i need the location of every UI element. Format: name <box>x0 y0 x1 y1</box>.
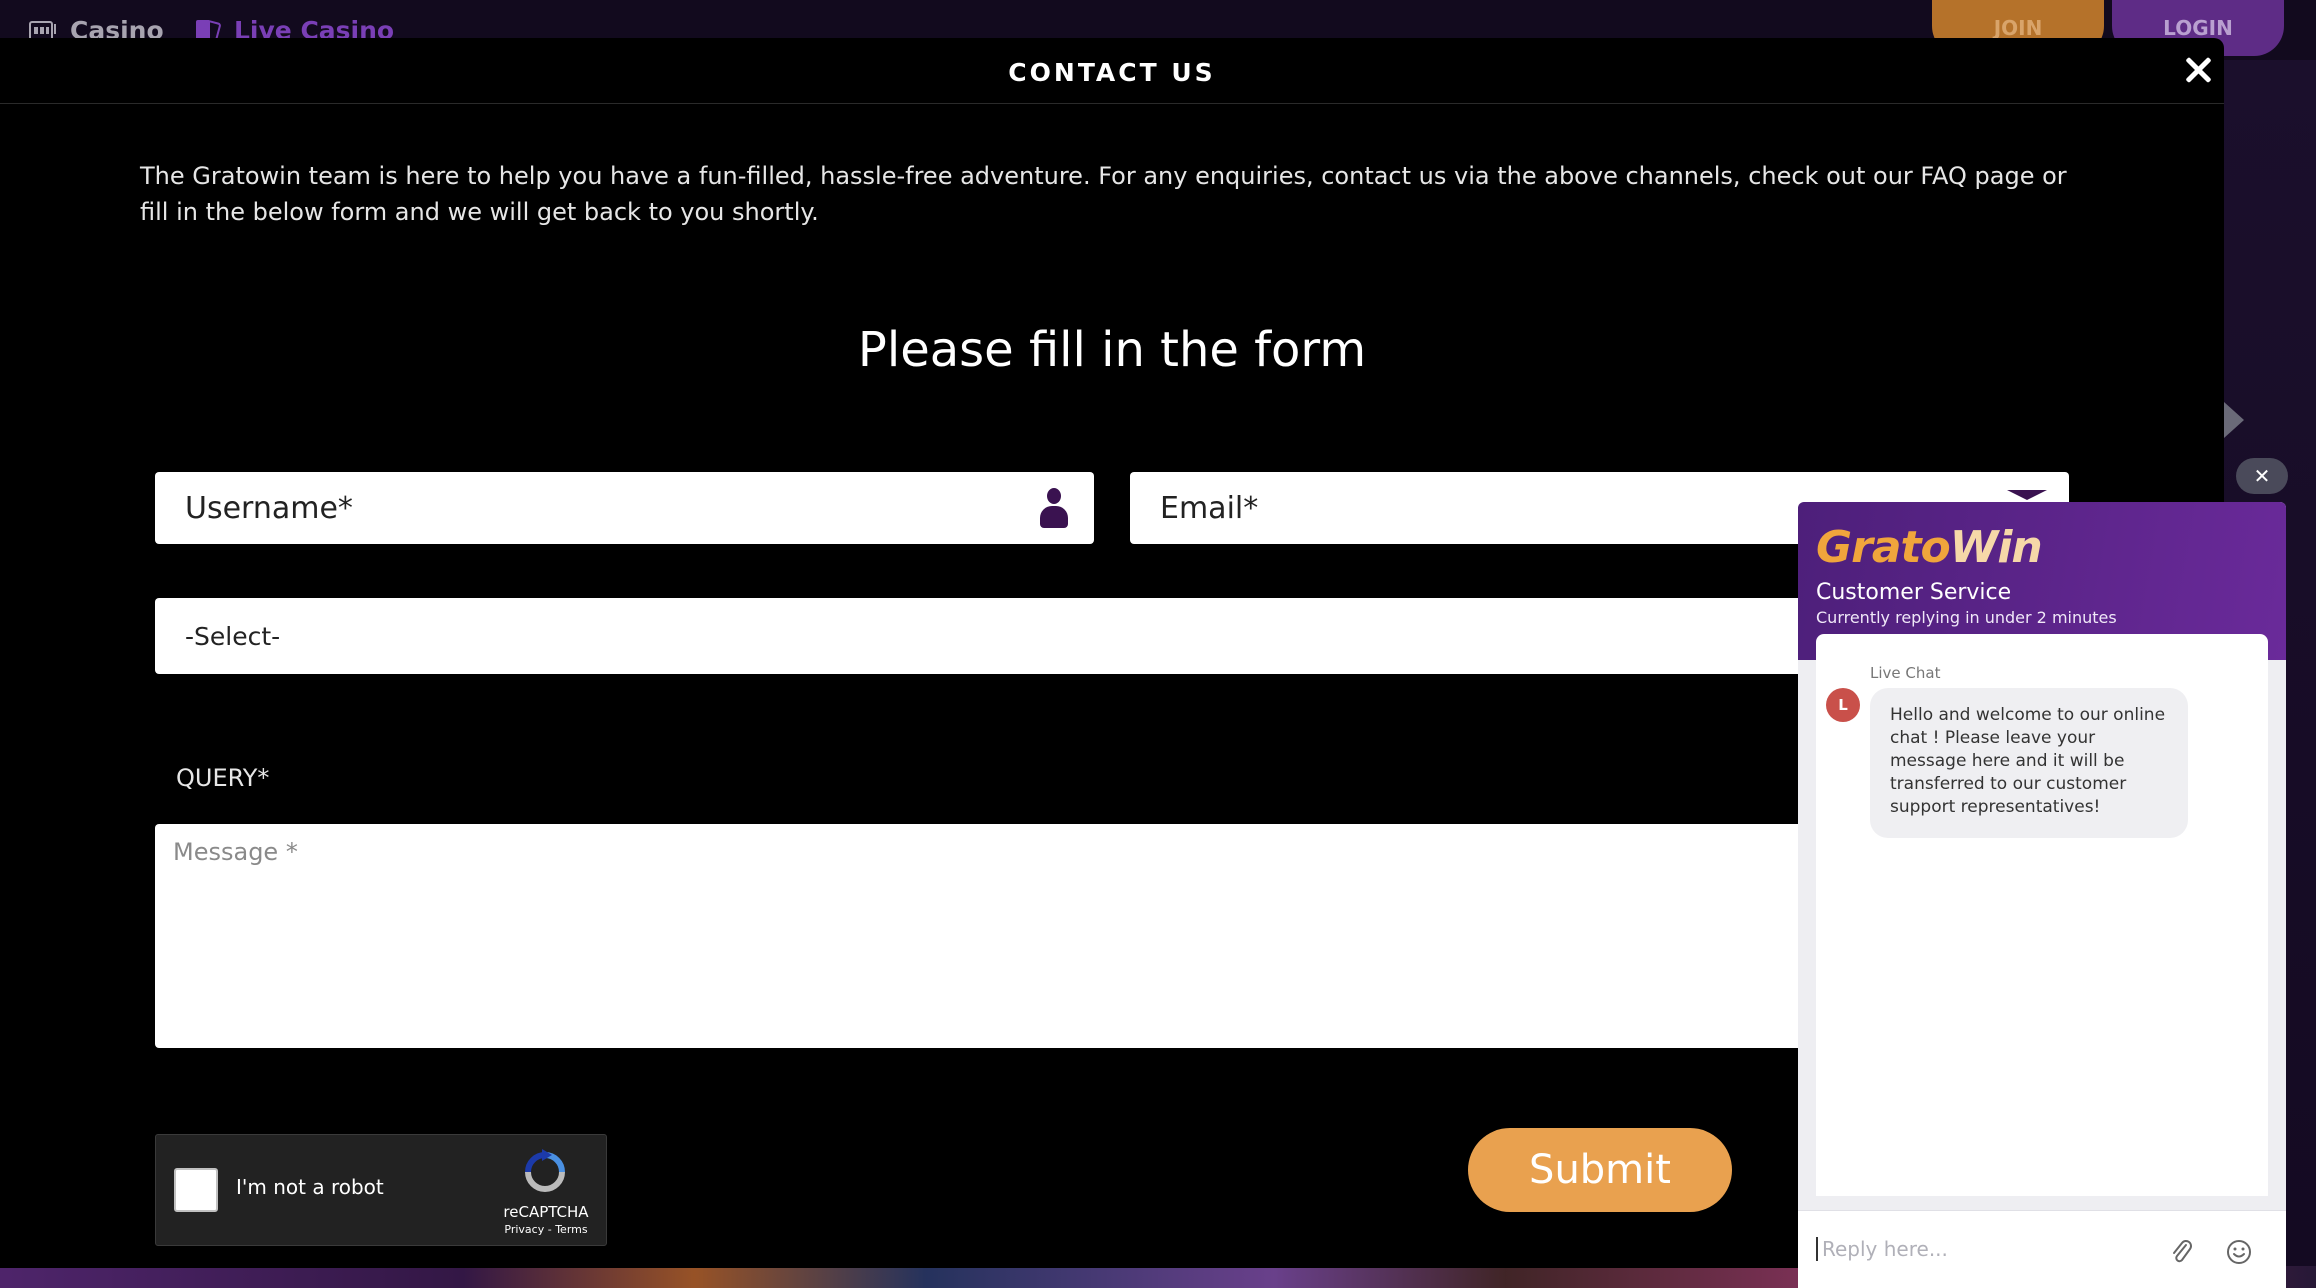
chat-input-bar: Reply here... <box>1798 1210 2286 1288</box>
username-placeholder: Username* <box>185 490 353 526</box>
form-heading: Please fill in the form <box>857 322 1367 378</box>
close-icon[interactable] <box>2180 52 2216 88</box>
recaptcha-widget: I'm not a robot reCAPTCHA Privacy - Term… <box>155 1134 607 1246</box>
query-type-select[interactable]: -Select- <box>155 598 2069 674</box>
chat-subtitle: Currently replying in under 2 minutes <box>1816 608 2117 627</box>
user-icon <box>1038 486 1070 530</box>
message-textarea[interactable]: Message * <box>155 824 2069 1048</box>
username-field[interactable]: Username* <box>155 472 1094 544</box>
recaptcha-logo-icon <box>525 1149 565 1192</box>
select-value: -Select- <box>185 621 281 651</box>
modal-header: CONTACT US <box>0 38 2224 104</box>
chat-message-bubble: Hello and welcome to our online chat ! P… <box>1870 688 2188 838</box>
recaptcha-links[interactable]: Privacy - Terms <box>496 1223 596 1236</box>
submit-button[interactable]: Submit <box>1468 1128 1732 1212</box>
chat-sender-name: Live Chat <box>1870 664 1941 682</box>
live-chat-widget: GratoWin Customer Service Currently repl… <box>1798 502 2286 1288</box>
intro-text: The Gratowin team is here to help you ha… <box>140 162 2067 226</box>
chat-messages: Live Chat L Hello and welcome to our onl… <box>1816 634 2268 1196</box>
chat-reply-input[interactable]: Reply here... <box>1816 1237 2156 1261</box>
recaptcha-checkbox[interactable] <box>174 1168 218 1212</box>
recaptcha-brand: reCAPTCHA <box>503 1203 589 1221</box>
recaptcha-label: I'm not a robot <box>236 1175 384 1199</box>
carousel-next-icon[interactable] <box>2224 402 2244 438</box>
message-placeholder: Message * <box>173 838 298 866</box>
modal-title: CONTACT US <box>1008 58 1216 87</box>
chat-dismiss-button[interactable]: ✕ <box>2236 458 2288 494</box>
paperclip-icon[interactable] <box>2170 1239 2194 1267</box>
emoji-icon[interactable] <box>2226 1239 2252 1265</box>
chat-title: Customer Service <box>1816 580 2012 605</box>
gratowin-logo: GratoWin <box>1816 522 2043 573</box>
query-label: QUERY* <box>176 764 270 792</box>
avatar: L <box>1826 688 1860 722</box>
